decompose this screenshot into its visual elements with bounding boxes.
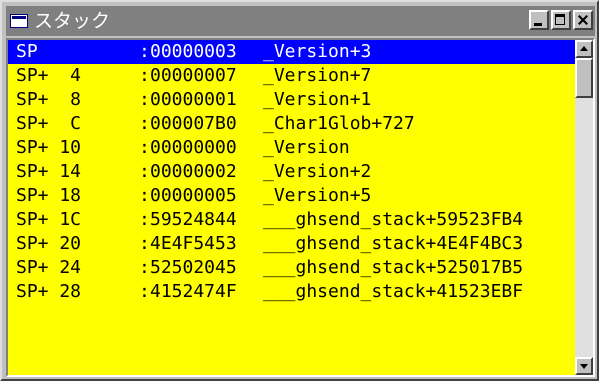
stack-separator: : <box>139 185 150 206</box>
stack-offset: SP+ 10 <box>16 137 82 158</box>
stack-offset: SP <box>16 41 38 62</box>
stack-separator: : <box>139 161 150 182</box>
stack-value: 00000002 <box>150 161 237 182</box>
stack-symbol: ___ghsend_stack+525017B5 <box>263 257 524 278</box>
stack-row[interactable]: SP+ 28 : 4152474F ___ghsend_stack+41523E… <box>8 280 575 304</box>
stack-separator: : <box>139 65 150 86</box>
scroll-down-button[interactable] <box>575 357 593 375</box>
stack-offset: SP+ 18 <box>16 185 82 206</box>
stack-symbol: ___ghsend_stack+59523FB4 <box>263 209 524 230</box>
stack-value: 4152474F <box>150 281 237 302</box>
stack-symbol: _Char1Glob+727 <box>263 113 415 134</box>
stack-separator: : <box>139 89 150 110</box>
stack-row[interactable]: SP+ 14 : 00000002 _Version+2 <box>8 160 575 184</box>
stack-separator: : <box>139 113 150 134</box>
stack-offset: SP+ 28 <box>16 281 82 302</box>
stack-symbol: _Version+1 <box>263 89 372 110</box>
stack-value: 4E4F5453 <box>150 233 237 254</box>
stack-row[interactable]: SP+ 4 : 00000007 _Version+7 <box>8 64 575 88</box>
stack-separator: : <box>139 137 150 158</box>
minimize-button[interactable] <box>529 10 549 30</box>
stack-offset: SP+ C <box>16 113 82 134</box>
stack-row[interactable]: SP+ 20 : 4E4F5453 ___ghsend_stack+4E4F4B… <box>8 232 575 256</box>
stack-offset: SP+ 1C <box>16 209 82 230</box>
scroll-thumb[interactable] <box>575 58 593 98</box>
stack-row[interactable]: SP+ 24 : 52502045 ___ghsend_stack+525017… <box>8 256 575 280</box>
stack-separator: : <box>139 41 150 62</box>
stack-symbol: ___ghsend_stack+4E4F4BC3 <box>263 233 524 254</box>
stack-offset: SP+ 14 <box>16 161 82 182</box>
stack-symbol: _Version+7 <box>263 65 372 86</box>
stack-value: 00000005 <box>150 185 237 206</box>
stack-separator: : <box>139 257 150 278</box>
stack-value: 000007B0 <box>150 113 237 134</box>
stack-value: 00000003 <box>150 41 237 62</box>
stack-window: スタック SP : 00000003 _Version+3 SP+ 4 : 00… <box>0 0 599 381</box>
stack-value: 52502045 <box>150 257 237 278</box>
stack-row[interactable]: SP : 00000003 _Version+3 <box>8 40 575 64</box>
stack-row[interactable]: SP+ 1C : 59524844 ___ghsend_stack+59523F… <box>8 208 575 232</box>
stack-list[interactable]: SP : 00000003 _Version+3 SP+ 4 : 0000000… <box>8 40 575 375</box>
window-icon[interactable] <box>10 14 28 28</box>
stack-offset: SP+ 8 <box>16 89 82 110</box>
stack-separator: : <box>139 281 150 302</box>
stack-symbol: _Version+5 <box>263 185 372 206</box>
stack-symbol: ___ghsend_stack+41523EBF <box>263 281 524 302</box>
stack-symbol: _Version+3 <box>263 41 372 62</box>
maximize-button[interactable] <box>551 10 571 30</box>
close-button[interactable] <box>573 10 593 30</box>
window-title: スタック <box>34 10 111 32</box>
stack-value: 59524844 <box>150 209 237 230</box>
stack-offset: SP+ 20 <box>16 233 82 254</box>
scroll-up-button[interactable] <box>575 40 593 58</box>
stack-separator: : <box>139 233 150 254</box>
stack-offset: SP+ 4 <box>16 65 82 86</box>
stack-value: 00000007 <box>150 65 237 86</box>
stack-panel: SP : 00000003 _Version+3 SP+ 4 : 0000000… <box>6 38 595 377</box>
stack-separator: : <box>139 209 150 230</box>
stack-row[interactable]: SP+ 18 : 00000005 _Version+5 <box>8 184 575 208</box>
stack-row[interactable]: SP+ C : 000007B0 _Char1Glob+727 <box>8 112 575 136</box>
stack-offset: SP+ 24 <box>16 257 82 278</box>
stack-value: 00000000 <box>150 137 237 158</box>
stack-row[interactable]: SP+ 8 : 00000001 _Version+1 <box>8 88 575 112</box>
stack-value: 00000001 <box>150 89 237 110</box>
vertical-scrollbar[interactable] <box>575 40 593 375</box>
stack-symbol: _Version+2 <box>263 161 372 182</box>
title-bar[interactable]: スタック <box>6 6 595 36</box>
stack-row[interactable]: SP+ 10 : 00000000 _Version <box>8 136 575 160</box>
stack-symbol: _Version <box>263 137 350 158</box>
